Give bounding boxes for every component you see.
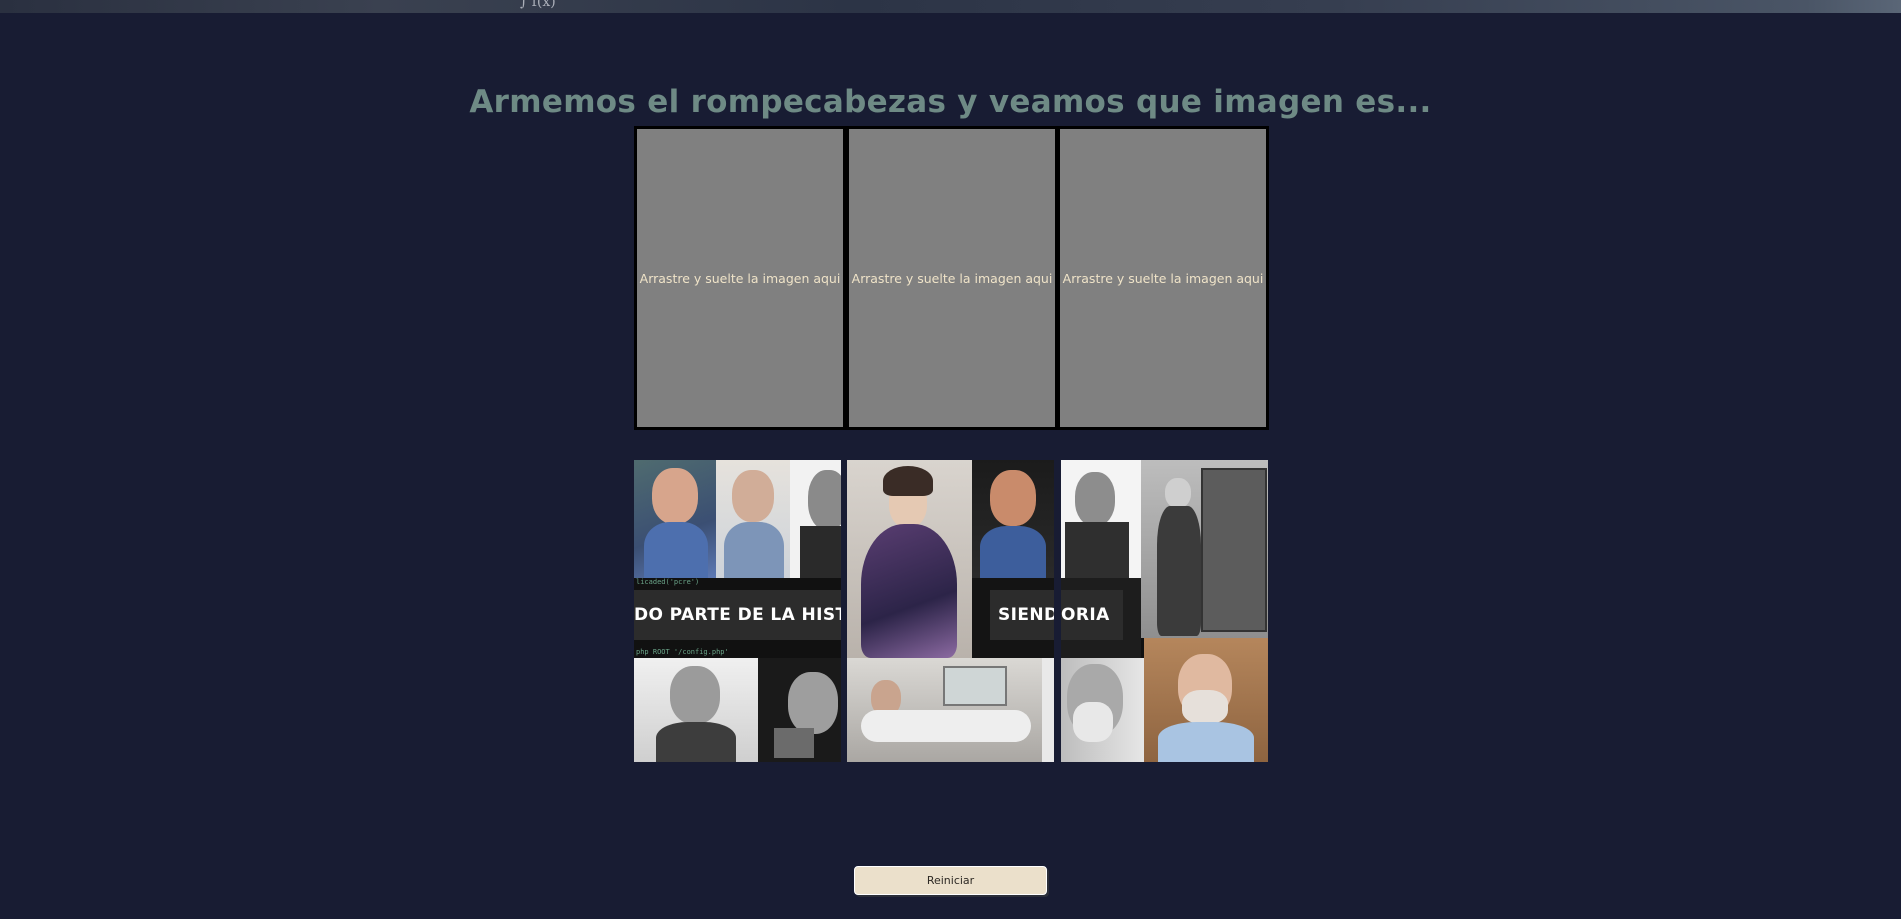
drop-zone-2[interactable]: Arrastre y suelte la imagen aqui [849, 129, 1055, 427]
banner-text: DO PARTE DE LA HISTO [634, 605, 841, 625]
portrait-photo [972, 460, 1054, 578]
portrait-photo [716, 460, 790, 578]
drop-area: Arrastre y suelte la imagen aqui Arrastr… [634, 126, 1269, 430]
puzzle-piece-3[interactable]: ORIA [1061, 460, 1268, 762]
puzzle-piece-2[interactable]: SIEND [847, 460, 1054, 762]
photo-edge [1042, 658, 1054, 762]
banner-text: SIEND [998, 605, 1054, 625]
drop-zone-label: Arrastre y suelte la imagen aqui [639, 270, 841, 286]
engraving-portrait [790, 460, 841, 578]
banner-text: ORIA [1061, 605, 1110, 625]
computer-photo [1141, 460, 1268, 638]
drop-zone-3[interactable]: Arrastre y suelte la imagen aqui [1060, 129, 1266, 427]
reset-button[interactable]: Reiniciar [854, 866, 1047, 895]
portrait-photo [634, 460, 716, 578]
drop-zone-label: Arrastre y suelte la imagen aqui [851, 270, 1053, 286]
portrait-photo [634, 658, 758, 762]
office-photo [847, 658, 1042, 762]
header-image-strip: ∫ f(x) [0, 0, 1901, 13]
puzzle-pieces-tray: licaded('pcre') php ROOT '/config.php' D… [634, 460, 1269, 762]
drop-zone-1[interactable]: Arrastre y suelte la imagen aqui [637, 129, 843, 427]
portrait-photo [1144, 638, 1268, 762]
portrait-painting [847, 460, 972, 658]
puzzle-piece-1[interactable]: licaded('pcre') php ROOT '/config.php' D… [634, 460, 841, 762]
header-strip-text: ∫ f(x) [520, 0, 556, 10]
portrait-photo [758, 658, 841, 762]
engraving-portrait [1061, 460, 1141, 578]
banner-strip: SIEND [972, 578, 1054, 658]
banner-strip: ORIA [1061, 578, 1141, 658]
portrait-photo [1061, 658, 1144, 762]
drop-zone-label: Arrastre y suelte la imagen aqui [1062, 270, 1264, 286]
banner-strip: licaded('pcre') php ROOT '/config.php' D… [634, 578, 841, 658]
page-title: Armemos el rompecabezas y veamos que ima… [469, 84, 1432, 120]
